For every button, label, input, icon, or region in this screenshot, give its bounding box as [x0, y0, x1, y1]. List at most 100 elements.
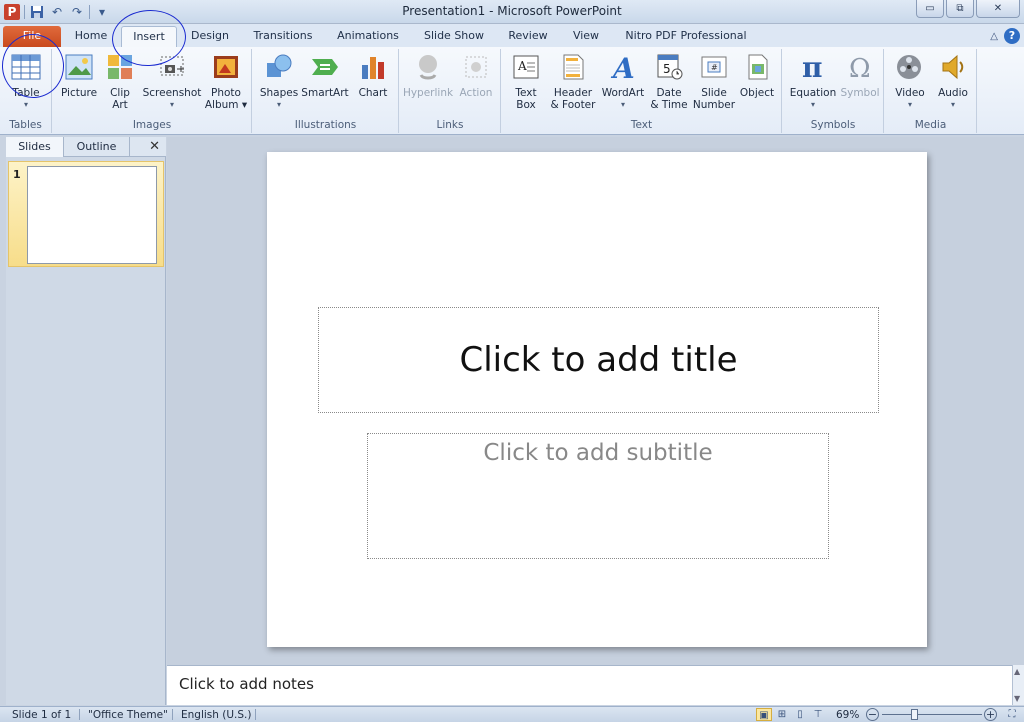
tab-animations[interactable]: Animations: [330, 26, 406, 47]
symbol-label: Symbol: [840, 87, 880, 99]
slide-sorter-view-icon[interactable]: ⊞: [774, 708, 790, 721]
notes-scrollbar[interactable]: ▲ ▼: [1012, 665, 1024, 705]
shapes-button[interactable]: Shapes ▾: [259, 51, 299, 111]
tab-slide-show[interactable]: Slide Show: [414, 26, 494, 47]
film-reel-icon: [894, 51, 926, 83]
zoom-in-button[interactable]: +: [984, 708, 997, 721]
scroll-up-icon[interactable]: ▲: [1014, 667, 1020, 676]
tab-home[interactable]: Home: [66, 26, 116, 47]
video-label: Video: [895, 87, 925, 99]
zoom-slider-track[interactable]: [882, 714, 982, 715]
window-title: Presentation1 - Microsoft PowerPoint: [402, 4, 622, 18]
hyperlink-label: Hyperlink: [402, 87, 454, 99]
svg-text:#: #: [711, 63, 718, 72]
close-button[interactable]: ✕: [976, 0, 1020, 18]
picture-button[interactable]: Picture: [57, 51, 101, 99]
theme-indicator[interactable]: "Office Theme": [88, 708, 168, 722]
ribbon-tab-row: File Home Insert Design Transitions Anim…: [0, 24, 1024, 47]
group-images: Picture Clip Art Screenshot ▾ Photo Albu…: [53, 49, 252, 133]
picture-icon: [63, 51, 95, 83]
table-button[interactable]: Table ▾: [6, 51, 46, 111]
notes-pane[interactable]: Click to add notes: [167, 665, 1012, 705]
slide-number-icon: #: [698, 51, 730, 83]
object-button[interactable]: Object: [736, 51, 778, 99]
tab-outline[interactable]: Outline: [64, 137, 130, 157]
picture-label: Picture: [60, 87, 98, 99]
zoom-slider-thumb[interactable]: [910, 709, 918, 720]
window-controls: ▭ ⧉ ✕: [916, 0, 1020, 18]
language-indicator[interactable]: English (U.S.): [181, 708, 251, 722]
scroll-down-icon[interactable]: ▼: [1014, 694, 1020, 703]
screenshot-icon: [156, 51, 188, 83]
tab-nitro-pdf[interactable]: Nitro PDF Professional: [618, 26, 754, 47]
tab-view[interactable]: View: [564, 26, 608, 47]
photo-album-label: Photo: [211, 87, 241, 99]
status-separator: [172, 709, 173, 720]
minimize-button[interactable]: ▭: [916, 0, 944, 18]
equation-button[interactable]: π Equation ▾: [786, 51, 840, 111]
action-label: Action: [459, 87, 493, 99]
slide-thumbnail-row[interactable]: 1: [8, 161, 164, 267]
text-box-button[interactable]: A Text Box: [506, 51, 546, 111]
clip-art-label-2: Art: [112, 99, 128, 111]
zoom-out-button[interactable]: −: [866, 708, 879, 721]
screenshot-dropdown-icon: ▾: [169, 100, 174, 109]
status-bar: Slide 1 of 1 "Office Theme" English (U.S…: [0, 706, 1024, 722]
tab-review[interactable]: Review: [503, 26, 553, 47]
title-placeholder[interactable]: Click to add title: [318, 307, 879, 413]
screenshot-button[interactable]: Screenshot ▾: [141, 51, 203, 111]
fit-slide-icon[interactable]: ⛶: [1004, 708, 1020, 721]
reading-view-icon[interactable]: ▯: [792, 708, 808, 721]
zoom-level[interactable]: 69%: [836, 708, 859, 722]
table-icon: [10, 51, 42, 83]
date-time-label: Date: [656, 87, 682, 99]
restore-button[interactable]: ⧉: [946, 0, 974, 18]
tab-transitions[interactable]: Transitions: [245, 26, 321, 47]
group-illustrations: Shapes ▾ SmartArt Chart Illustrations: [253, 49, 399, 133]
slide-number-button[interactable]: # Slide Number: [692, 51, 736, 111]
symbol-button[interactable]: Ω Symbol: [840, 51, 880, 99]
date-time-button[interactable]: 5 Date & Time: [648, 51, 690, 111]
table-dropdown-icon: ▾: [23, 100, 28, 109]
text-box-label-2: Box: [516, 99, 536, 111]
omega-icon: Ω: [844, 51, 876, 83]
video-button[interactable]: Video ▾: [889, 51, 931, 111]
slide[interactable]: Click to add title Click to add subtitle: [267, 152, 927, 647]
slide-show-view-icon[interactable]: ⊤: [810, 708, 826, 721]
shapes-dropdown-icon: ▾: [276, 100, 281, 109]
date-time-icon: 5: [653, 51, 685, 83]
smartart-button[interactable]: SmartArt: [301, 51, 349, 99]
hyperlink-button[interactable]: Hyperlink: [402, 51, 454, 99]
clip-art-button[interactable]: Clip Art: [103, 51, 137, 111]
tab-slides[interactable]: Slides: [6, 137, 64, 157]
normal-view-icon[interactable]: ▣: [756, 708, 772, 721]
slide-number-label: Slide: [701, 87, 727, 99]
group-label-text: Text: [630, 119, 653, 131]
shapes-icon: [263, 51, 295, 83]
help-icon[interactable]: ?: [1004, 28, 1020, 44]
header-footer-button[interactable]: Header & Footer: [548, 51, 598, 111]
chart-button[interactable]: Chart: [353, 51, 393, 99]
date-time-label-2: & Time: [650, 99, 688, 111]
tab-file[interactable]: File: [3, 26, 61, 47]
audio-dropdown-icon: ▾: [950, 100, 955, 109]
slide-thumbnail[interactable]: [27, 166, 157, 264]
status-separator: [79, 709, 80, 720]
ribbon-insert: Table ▾ Tables Picture Clip Art Screensh…: [0, 47, 1024, 135]
tab-design[interactable]: Design: [183, 26, 237, 47]
group-label-illustrations: Illustrations: [294, 119, 357, 131]
hyperlink-icon: [412, 51, 444, 83]
subtitle-placeholder[interactable]: Click to add subtitle: [367, 433, 829, 559]
photo-album-button[interactable]: Photo Album ▾: [203, 51, 249, 111]
group-label-media: Media: [914, 119, 947, 131]
slide-count-indicator: Slide 1 of 1: [12, 709, 72, 721]
tab-insert[interactable]: Insert: [121, 26, 177, 47]
wordart-button[interactable]: A WordArt ▾: [600, 51, 646, 111]
header-footer-label: Header: [553, 87, 593, 99]
action-button[interactable]: Action: [456, 51, 496, 99]
slide-editing-area: Click to add title Click to add subtitle: [167, 137, 1024, 665]
audio-button[interactable]: Audio ▾: [933, 51, 973, 111]
close-pane-icon[interactable]: ✕: [149, 139, 160, 154]
minimize-ribbon-icon[interactable]: △: [990, 31, 998, 42]
group-tables: Table ▾ Tables: [0, 49, 52, 133]
